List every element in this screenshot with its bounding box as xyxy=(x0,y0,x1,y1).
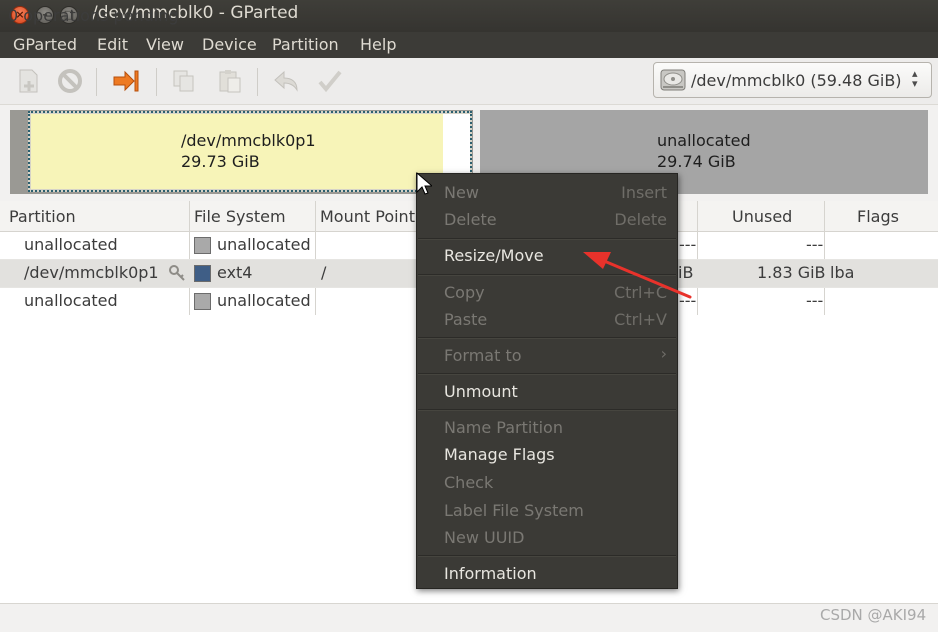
cell-filesystem: ext4 xyxy=(217,263,253,282)
mounted-key-icon xyxy=(169,265,185,281)
col-header-mount-point[interactable]: Mount Point xyxy=(320,207,415,226)
menu-partition[interactable]: Partition xyxy=(272,35,339,54)
menu-item-new[interactable]: New xyxy=(444,183,479,202)
device-label: /dev/mmcblk0 (59.48 GiB) xyxy=(691,71,902,90)
menu-item-paste[interactable]: Paste xyxy=(444,310,487,329)
mouse-cursor-icon xyxy=(416,172,432,195)
menu-separator xyxy=(418,555,676,557)
toolbar-separator xyxy=(96,68,97,96)
device-selector[interactable]: /dev/mmcblk0 (59.48 GiB) ▴ ▾ xyxy=(653,62,932,98)
menu-separator xyxy=(418,373,676,375)
menu-item-check[interactable]: Check xyxy=(444,473,493,492)
menu-view[interactable]: View xyxy=(146,35,184,54)
graph-unallocated-name: unallocated xyxy=(657,131,751,150)
accel-delete: Delete xyxy=(614,210,667,229)
toolbar-separator xyxy=(156,68,157,96)
toolbar-separator xyxy=(257,68,258,96)
menu-item-resize-move[interactable]: Resize/Move xyxy=(444,246,544,265)
watermark: CSDN @AKI94 xyxy=(820,606,927,624)
menu-gparted[interactable]: GParted xyxy=(13,35,77,54)
menu-item-manage-flags[interactable]: Manage Flags xyxy=(444,445,555,464)
filesystem-color-swatch xyxy=(194,293,211,310)
graph-unallocated-size: 29.74 GiB xyxy=(657,152,736,171)
cell-filesystem: unallocated xyxy=(217,291,311,310)
cell-partition: unallocated xyxy=(24,235,118,254)
cell-filesystem: unallocated xyxy=(217,235,311,254)
menu-item-information[interactable]: Information xyxy=(444,564,537,583)
graph-partition-name: /dev/mmcblk0p1 xyxy=(181,131,316,150)
operations-pending-status: 0 operations pending xyxy=(8,6,179,25)
partition-context-menu: New Insert Delete Delete Resize/Move Cop… xyxy=(416,173,678,589)
cell-mount-point: / xyxy=(321,263,327,282)
menu-device[interactable]: Device xyxy=(202,35,257,54)
filesystem-color-swatch xyxy=(194,265,211,282)
updown-arrows-icon: ▴ ▾ xyxy=(912,67,918,90)
menu-item-label-filesystem[interactable]: Label File System xyxy=(444,501,584,520)
filesystem-color-swatch xyxy=(194,237,211,254)
cell-unused: --- xyxy=(806,291,824,310)
copy-icon[interactable] xyxy=(170,68,198,94)
menu-item-name-partition[interactable]: Name Partition xyxy=(444,418,563,437)
graph-partition-size: 29.73 GiB xyxy=(181,152,260,171)
statusbar xyxy=(0,603,938,632)
menu-help[interactable]: Help xyxy=(360,35,396,54)
menu-item-copy[interactable]: Copy xyxy=(444,283,485,302)
submenu-arrow-icon: › xyxy=(660,344,667,363)
new-partition-icon[interactable] xyxy=(15,68,43,94)
menu-item-unmount[interactable]: Unmount xyxy=(444,382,518,401)
delete-icon[interactable] xyxy=(56,68,84,94)
col-header-partition[interactable]: Partition xyxy=(9,207,76,226)
col-header-filesystem[interactable]: File System xyxy=(194,207,286,226)
cell-unused: 1.83 GiB xyxy=(757,263,826,282)
accel-paste: Ctrl+V xyxy=(614,310,667,329)
col-header-unused[interactable]: Unused xyxy=(732,207,792,226)
menu-item-format-to[interactable]: Format to xyxy=(444,346,522,365)
menu-edit[interactable]: Edit xyxy=(97,35,128,54)
menu-separator xyxy=(418,337,676,339)
cell-partition: unallocated xyxy=(24,291,118,310)
cell-unused: --- xyxy=(806,235,824,254)
cell-flags: lba xyxy=(830,263,855,282)
menu-separator xyxy=(418,409,676,411)
menu-item-delete[interactable]: Delete xyxy=(444,210,497,229)
cell-partition: /dev/mmcblk0p1 xyxy=(24,263,159,282)
undo-icon[interactable] xyxy=(272,68,300,94)
col-header-flags[interactable]: Flags xyxy=(857,207,899,226)
accel-new: Insert xyxy=(621,183,667,202)
menubar: GParted Edit View Device Partition Help xyxy=(0,32,938,58)
apply-icon[interactable] xyxy=(316,68,344,94)
annotation-arrow-icon xyxy=(583,252,692,299)
paste-icon[interactable] xyxy=(216,68,244,94)
menu-item-new-uuid[interactable]: New UUID xyxy=(444,528,524,547)
disk-drive-icon xyxy=(660,69,686,91)
resize-move-icon[interactable] xyxy=(112,68,140,94)
